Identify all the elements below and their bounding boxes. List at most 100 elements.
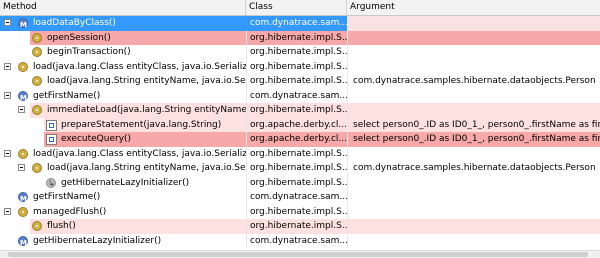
tree-row[interactable]: getFirstName() com.dynatrace.sam... (0, 88, 600, 103)
class-cell: org.hibernate.impl.S... (246, 175, 347, 190)
argument-cell: com.dynatrace.samples.hibernate.dataobje… (347, 161, 600, 176)
argument-cell (347, 146, 600, 161)
column-class[interactable]: Class (246, 0, 347, 15)
tree-row[interactable]: beginTransaction() org.hibernate.impl.S..… (0, 45, 600, 60)
method-cell: getHibernateLazyInitializer() (0, 234, 246, 248)
method-label: getHibernateLazyInitializer() (33, 235, 162, 246)
argument-cell (347, 233, 600, 248)
method-cell: beginTransaction() (0, 45, 246, 60)
tree-row[interactable]: prepareStatement(java.lang.String) org.ap… (0, 117, 600, 132)
horizontal-scrollbar[interactable] (0, 250, 600, 258)
argument-cell (347, 59, 600, 74)
argument-cell: select person0_.ID as ID0_1_, person0_.f… (347, 132, 600, 147)
argument-cell (347, 45, 600, 60)
method-cell: executeQuery() (0, 132, 246, 147)
tree-row[interactable]: immediateLoad(java.lang.String entityNam… (0, 103, 600, 118)
class-cell: org.hibernate.impl.S... (246, 219, 347, 234)
tree-rows: loadDataByClass()com.dynatrace.sam...ope… (0, 16, 600, 248)
method-label: load(java.lang.String entityName, java.i… (47, 76, 246, 86)
sql-icon (46, 119, 57, 131)
arrow-icon (46, 177, 56, 190)
column-method[interactable]: Method (0, 0, 246, 15)
class-cell: org.hibernate.impl.S... (246, 146, 347, 161)
method-cell: getFirstName() (0, 190, 246, 205)
tree-row[interactable]: load(java.lang.String entityName, java.i… (0, 161, 600, 176)
method-cell: load(java.lang.String entityName, java.i… (0, 161, 246, 176)
collapse-toggle-icon[interactable] (4, 149, 11, 157)
tree-row[interactable]: load(java.lang.Class entityClass, java.i… (0, 146, 600, 162)
method-label: getHibernateLazyInitializer() (61, 177, 190, 188)
collapse-toggle-icon[interactable] (4, 62, 11, 70)
tree-row[interactable]: openSession() org.hibernate.impl.S... (0, 30, 600, 45)
method-label: load(java.lang.Class entityClass, java.i… (33, 61, 246, 72)
gear-icon (18, 206, 28, 217)
argument-cell (347, 219, 600, 234)
class-cell: org.hibernate.impl.S... (246, 59, 347, 74)
argument-cell: com.dynatrace.samples.hibernate.dataobje… (347, 74, 600, 89)
method-label: getFirstName() (33, 90, 101, 101)
tree-row[interactable]: getHibernateLazyInitializer() com.dynatra… (0, 233, 600, 248)
class-cell: org.hibernate.impl.S... (246, 103, 347, 118)
collapse-toggle-icon[interactable] (4, 91, 11, 99)
method-label: load(java.lang.String entityName, java.i… (47, 163, 246, 173)
tree-row[interactable]: loadDataByClass() com.dynatrace.sam... (0, 16, 600, 31)
class-cell: org.hibernate.impl.S... (246, 204, 347, 219)
method-label: openSession() (47, 32, 111, 43)
gear-icon (32, 47, 42, 57)
column-header: Method Class Argument (0, 0, 600, 16)
method-icon (18, 235, 28, 248)
gear-icon (18, 148, 28, 159)
class-cell: com.dynatrace.sam... (246, 190, 347, 205)
column-argument[interactable]: Argument (347, 0, 600, 15)
tree-row[interactable]: flush() org.hibernate.impl.S... (0, 219, 600, 234)
tree-row[interactable]: load(java.lang.Class entityClass, java.i… (0, 59, 600, 74)
class-cell: org.hibernate.impl.S... (246, 45, 347, 60)
sql-icon (46, 134, 57, 145)
argument-cell: select person0_.ID as ID0_1_, person0_.f… (347, 117, 600, 132)
tree-row[interactable]: managedFlush() org.hibernate.impl.S... (0, 204, 600, 220)
method-cell: managedFlush() (0, 205, 246, 220)
argument-cell (347, 175, 600, 190)
argument-cell (347, 16, 600, 31)
class-cell: com.dynatrace.sam... (246, 88, 347, 103)
class-cell: com.dynatrace.sam... (246, 16, 347, 31)
argument-cell (347, 88, 600, 103)
method-label: flush() (47, 221, 76, 231)
collapse-toggle-icon[interactable] (18, 106, 25, 113)
collapse-toggle-icon[interactable] (4, 19, 11, 26)
method-label: getFirstName() (33, 192, 101, 202)
argument-cell (347, 30, 600, 45)
method-label: immediateLoad(java.lang.String entityNam… (47, 105, 246, 115)
gear-icon (32, 105, 42, 115)
class-cell: org.apache.derby.cl... (246, 117, 347, 132)
gear-icon (18, 61, 28, 72)
method-cell: immediateLoad(java.lang.String entityNam… (0, 103, 246, 118)
tree-row[interactable]: getHibernateLazyInitializer() org.hiberna… (0, 175, 600, 190)
method-label: managedFlush() (33, 206, 107, 217)
tree-row[interactable]: executeQuery() org.apache.derby.cl... sele… (0, 132, 600, 147)
method-cell: flush() (0, 219, 246, 234)
method-icon (18, 18, 28, 31)
gear-icon (32, 32, 42, 43)
method-label: loadDataByClass() (33, 18, 116, 28)
tree-row[interactable]: getFirstName() com.dynatrace.sam... (0, 190, 600, 205)
method-icon (18, 192, 28, 205)
collapse-toggle-icon[interactable] (4, 207, 11, 215)
gear-icon (32, 163, 42, 173)
argument-cell (347, 204, 600, 219)
gear-icon (32, 76, 42, 86)
method-cell: openSession() (0, 30, 246, 45)
scrollbar-thumb[interactable] (8, 252, 588, 257)
method-cell: getFirstName() (0, 89, 246, 103)
class-cell: org.hibernate.impl.S... (246, 30, 347, 45)
method-label: beginTransaction() (47, 47, 131, 57)
class-cell: org.hibernate.impl.S... (246, 161, 347, 176)
call-tree: Method Class Argument loadDataByClass() c… (0, 0, 600, 258)
gear-icon (32, 221, 42, 231)
collapse-toggle-icon[interactable] (18, 164, 25, 171)
method-cell: prepareStatement(java.lang.String) (0, 117, 246, 132)
tree-row[interactable]: load(java.lang.String entityName, java.i… (0, 74, 600, 89)
method-cell: load(java.lang.Class entityClass, java.i… (0, 147, 246, 162)
method-cell: load(java.lang.String entityName, java.i… (0, 74, 246, 89)
method-label: executeQuery() (61, 134, 132, 144)
